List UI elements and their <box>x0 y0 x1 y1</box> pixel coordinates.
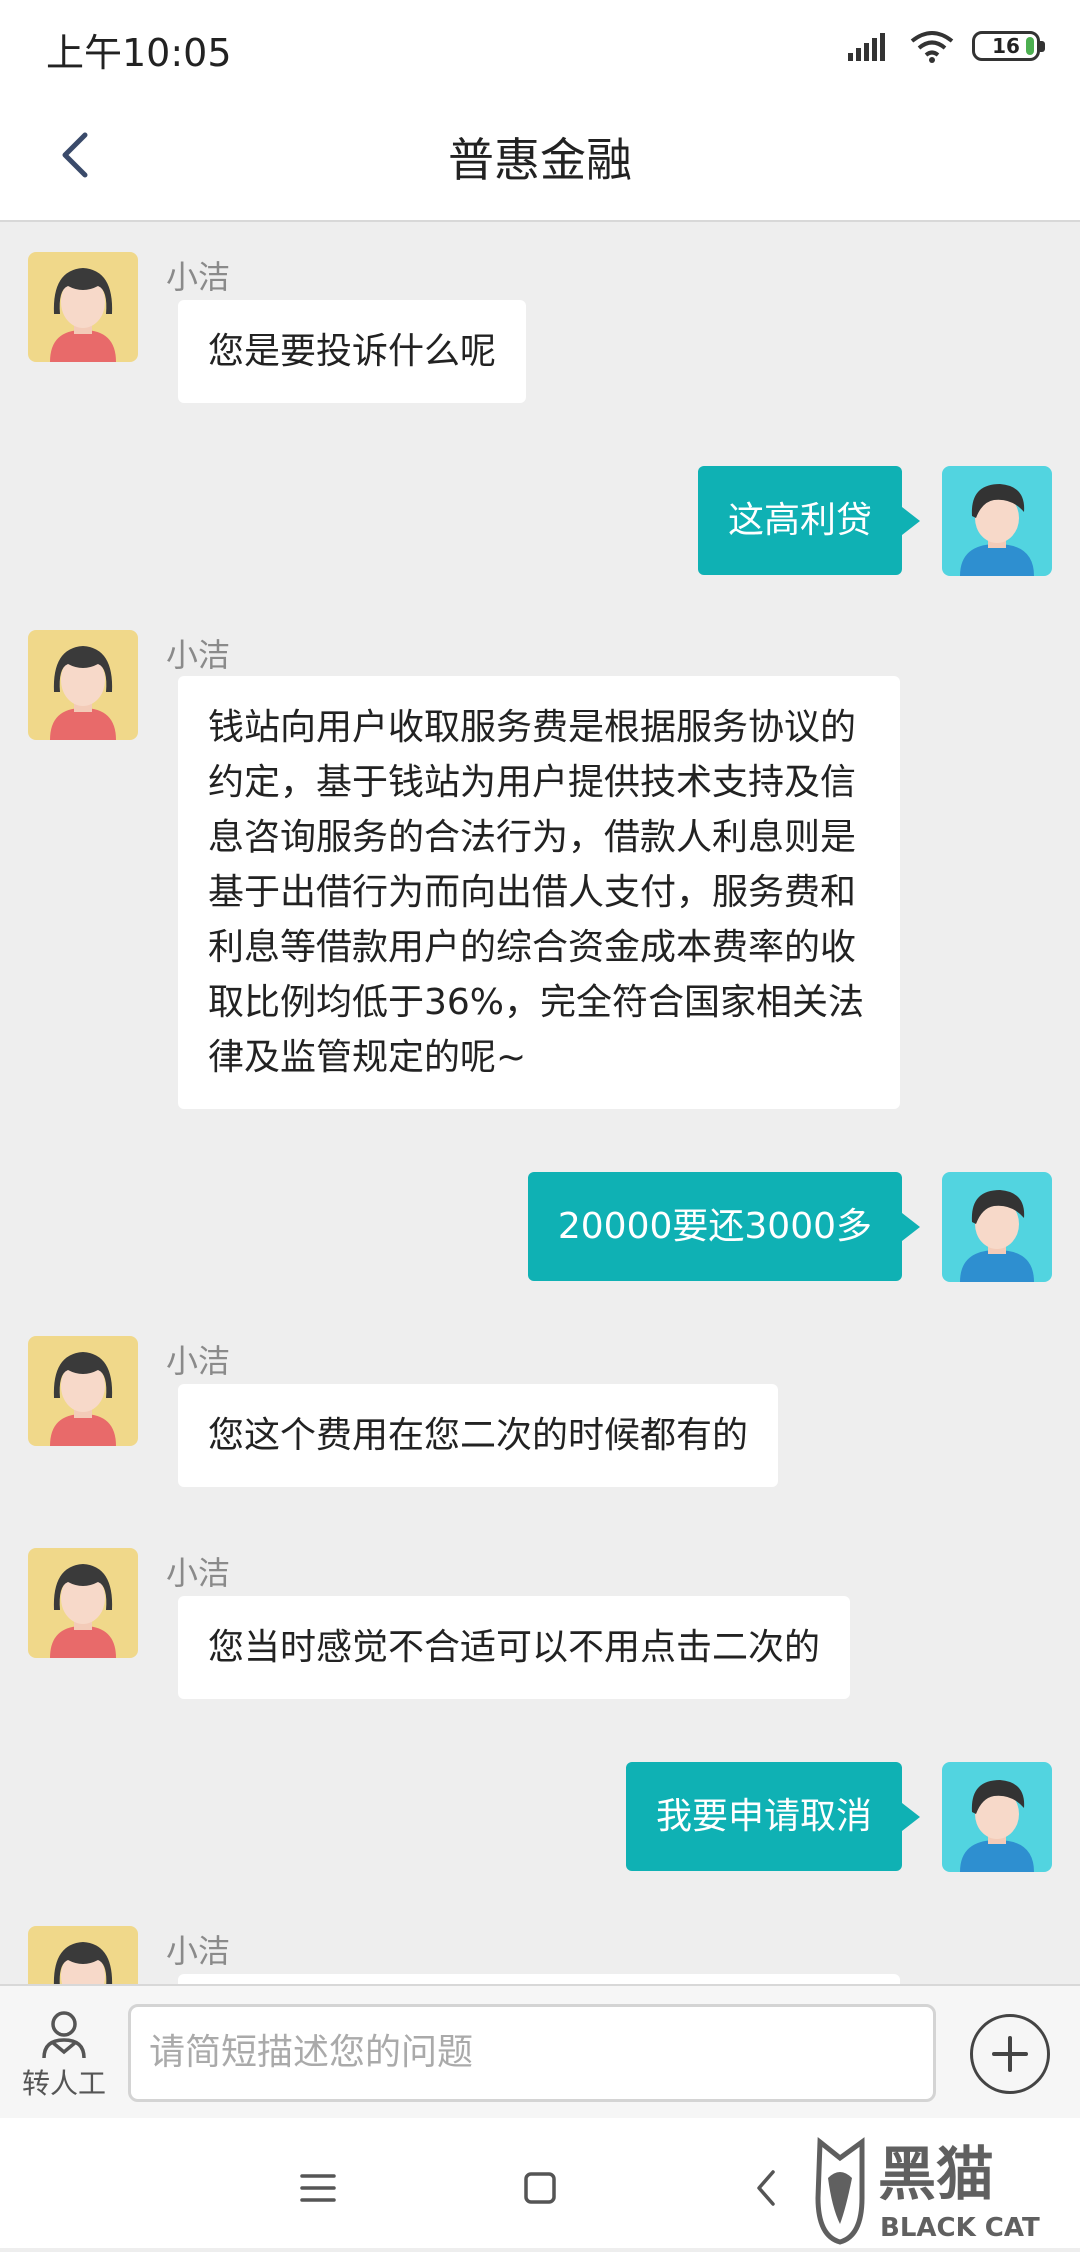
menu-button[interactable] <box>288 2158 348 2218</box>
nav-back-button[interactable] <box>736 2158 796 2218</box>
bot-message-bubble: 您是要投诉什么呢 <box>178 300 527 403</box>
blackcat-watermark: 黑猫 BLACK CAT <box>800 2128 1080 2248</box>
bot-avatar[interactable] <box>28 1926 138 1984</box>
home-button[interactable] <box>510 2158 570 2218</box>
sender-name: 小洁 <box>166 258 231 296</box>
sender-name: 小洁 <box>166 1932 231 1970</box>
page-title: 普惠金融 <box>448 133 632 187</box>
signal-icon <box>848 33 885 61</box>
status-time: 上午10:05 <box>46 31 232 75</box>
input-bar: 转人工 请简短描述您的问题 <box>0 1984 1080 2118</box>
bot-message-bubble <box>178 1974 900 1984</box>
wifi-icon <box>910 31 954 63</box>
person-icon <box>42 2011 86 2059</box>
battery-level: 16 <box>992 34 1020 58</box>
sender-name: 小洁 <box>166 1554 231 1592</box>
battery-icon: 16 <box>972 31 1045 61</box>
user-avatar[interactable] <box>942 1172 1052 1282</box>
add-button[interactable] <box>970 2014 1050 2094</box>
user-avatar[interactable] <box>942 1762 1052 1872</box>
svg-text:BLACK CAT: BLACK CAT <box>880 2213 1040 2243</box>
chat-header: 普惠金融 <box>0 92 1080 222</box>
bot-avatar[interactable] <box>28 630 138 740</box>
status-icons: 16 <box>848 26 1045 66</box>
chat-area[interactable]: 小洁 您是要投诉什么呢 这高利贷 小洁 钱站向用户收取服务费是根据服务协议的约定… <box>0 224 1080 1984</box>
bot-avatar[interactable] <box>28 252 138 362</box>
user-message-bubble: 20000要还3000多 <box>527 1172 921 1281</box>
blackcat-logo: 黑猫 BLACK CAT <box>815 2136 1040 2245</box>
square-icon <box>524 2172 556 2204</box>
status-bar: 上午10:05 16 <box>0 0 1080 92</box>
user-message-bubble: 这高利贷 <box>697 466 921 575</box>
bot-avatar[interactable] <box>28 1336 138 1446</box>
chevron-left-icon <box>757 2170 775 2206</box>
user-avatar[interactable] <box>942 466 1052 576</box>
sender-name: 小洁 <box>166 636 231 674</box>
human-agent-button[interactable]: 转人工 <box>14 2008 114 2108</box>
sender-name: 小洁 <box>166 1342 231 1380</box>
bot-message-bubble: 钱站向用户收取服务费是根据服务协议的约定，基于钱站为用户提供技术支持及信息咨询服… <box>178 676 900 1109</box>
bot-message-bubble: 您当时感觉不合适可以不用点击二次的 <box>178 1596 851 1699</box>
menu-icon <box>300 2174 336 2202</box>
user-message-bubble: 我要申请取消 <box>625 1762 921 1871</box>
bot-message-bubble: 您这个费用在您二次的时候都有的 <box>178 1384 779 1487</box>
message-input[interactable]: 请简短描述您的问题 <box>128 2004 936 2102</box>
svg-text:黑猫: 黑猫 <box>878 2140 994 2208</box>
plus-icon <box>992 2036 1028 2072</box>
bot-avatar[interactable] <box>28 1548 138 1658</box>
human-agent-label: 转人工 <box>21 2067 106 2100</box>
